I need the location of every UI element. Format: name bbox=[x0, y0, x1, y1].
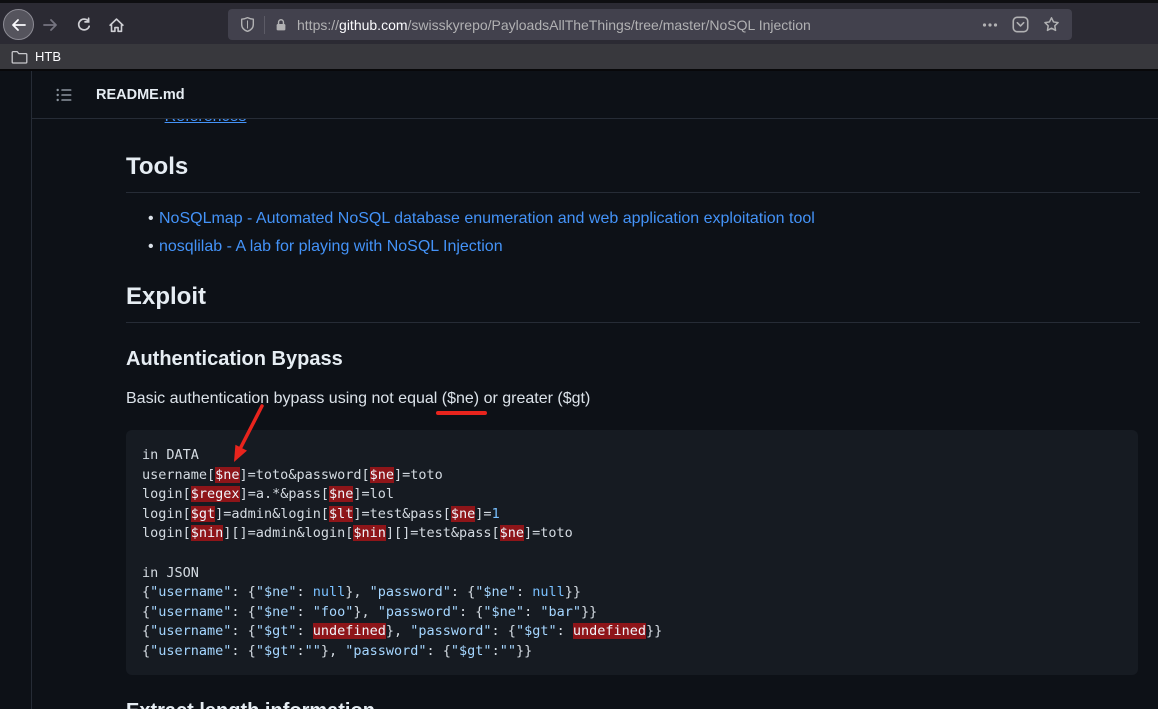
github-page: •References Tools NoSQLmap - Automated N… bbox=[0, 71, 1158, 709]
code-line: username[$ne]=toto&password[$ne]=toto bbox=[142, 466, 1122, 486]
reload-button[interactable] bbox=[72, 13, 96, 37]
pocket-icon[interactable] bbox=[1012, 16, 1029, 33]
markdown-body: •References Tools NoSQLmap - Automated N… bbox=[126, 71, 1140, 709]
reload-icon bbox=[76, 17, 92, 33]
list-item: nosqlilab - A lab for playing with NoSQL… bbox=[126, 233, 815, 261]
tools-heading: Tools bbox=[126, 152, 1140, 193]
exploit-heading: Exploit bbox=[126, 282, 1140, 323]
bookmarks-bar: HTB bbox=[0, 44, 1158, 71]
page-actions-icon[interactable] bbox=[982, 17, 998, 33]
home-button[interactable] bbox=[104, 13, 128, 37]
home-icon bbox=[108, 17, 125, 34]
bookmark-item-htb[interactable]: HTB bbox=[11, 49, 61, 64]
list-item: NoSQLmap - Automated NoSQL database enum… bbox=[126, 205, 815, 233]
forward-arrow-icon bbox=[42, 17, 58, 33]
outline-button[interactable] bbox=[48, 79, 80, 111]
url-text: https://github.com/swisskyrepo/PayloadsA… bbox=[297, 17, 811, 33]
code-line: {"username": {"$gt":""}, "password": {"$… bbox=[142, 642, 1122, 662]
tool-link[interactable]: NoSQLmap - Automated NoSQL database enum… bbox=[159, 210, 815, 227]
bookmark-label: HTB bbox=[35, 49, 61, 64]
readme-box-border bbox=[31, 71, 32, 709]
urlbar-divider bbox=[264, 16, 265, 34]
bookmark-star-icon[interactable] bbox=[1043, 16, 1060, 33]
forward-button[interactable] bbox=[38, 13, 62, 37]
annotation-underline bbox=[436, 411, 487, 415]
code-line: {"username": {"$gt": undefined}, "passwo… bbox=[142, 622, 1122, 642]
auth-bypass-paragraph: Basic authentication bypass using not eq… bbox=[126, 387, 590, 411]
lock-icon bbox=[274, 17, 288, 33]
tools-list: NoSQLmap - Automated NoSQL database enum… bbox=[126, 205, 815, 261]
code-line: {"username": {"$ne": "foo"}, "password":… bbox=[142, 603, 1122, 623]
tool-link[interactable]: nosqlilab - A lab for playing with NoSQL… bbox=[159, 238, 503, 255]
folder-icon bbox=[11, 50, 28, 64]
code-line: {"username": {"$ne": null}, "password": … bbox=[142, 583, 1122, 603]
url-domain: github.com bbox=[339, 17, 407, 33]
code-line: login[$regex]=a.*&pass[$ne]=lol bbox=[142, 485, 1122, 505]
code-line: login[$gt]=admin&login[$lt]=test&pass[$n… bbox=[142, 505, 1122, 525]
code-line: in DATA bbox=[142, 446, 1122, 466]
code-line bbox=[142, 544, 1122, 564]
auth-bypass-heading: Authentication Bypass bbox=[126, 347, 343, 372]
file-title: README.md bbox=[96, 87, 185, 103]
extract-length-heading: Extract length information bbox=[126, 699, 375, 709]
shield-icon bbox=[240, 16, 255, 33]
code-block: in DATAusername[$ne]=toto&password[$ne]=… bbox=[126, 430, 1138, 675]
code-line: in JSON bbox=[142, 564, 1122, 584]
url-scheme: https:// bbox=[297, 17, 339, 33]
code-line: login[$nin][]=admin&login[$nin][]=test&p… bbox=[142, 524, 1122, 544]
annotation-arrow-icon bbox=[222, 398, 272, 468]
browser-toolbar: https://github.com/swisskyrepo/PayloadsA… bbox=[0, 0, 1158, 44]
readme-sticky-header: README.md bbox=[32, 71, 1158, 119]
back-arrow-icon bbox=[11, 17, 27, 33]
list-unordered-icon bbox=[56, 87, 72, 103]
url-bar[interactable]: https://github.com/swisskyrepo/PayloadsA… bbox=[228, 9, 1072, 40]
back-button[interactable] bbox=[3, 9, 34, 40]
code-block-content: in DATAusername[$ne]=toto&password[$ne]=… bbox=[142, 446, 1122, 662]
url-path: /swisskyrepo/PayloadsAllTheThings/tree/m… bbox=[408, 17, 811, 33]
